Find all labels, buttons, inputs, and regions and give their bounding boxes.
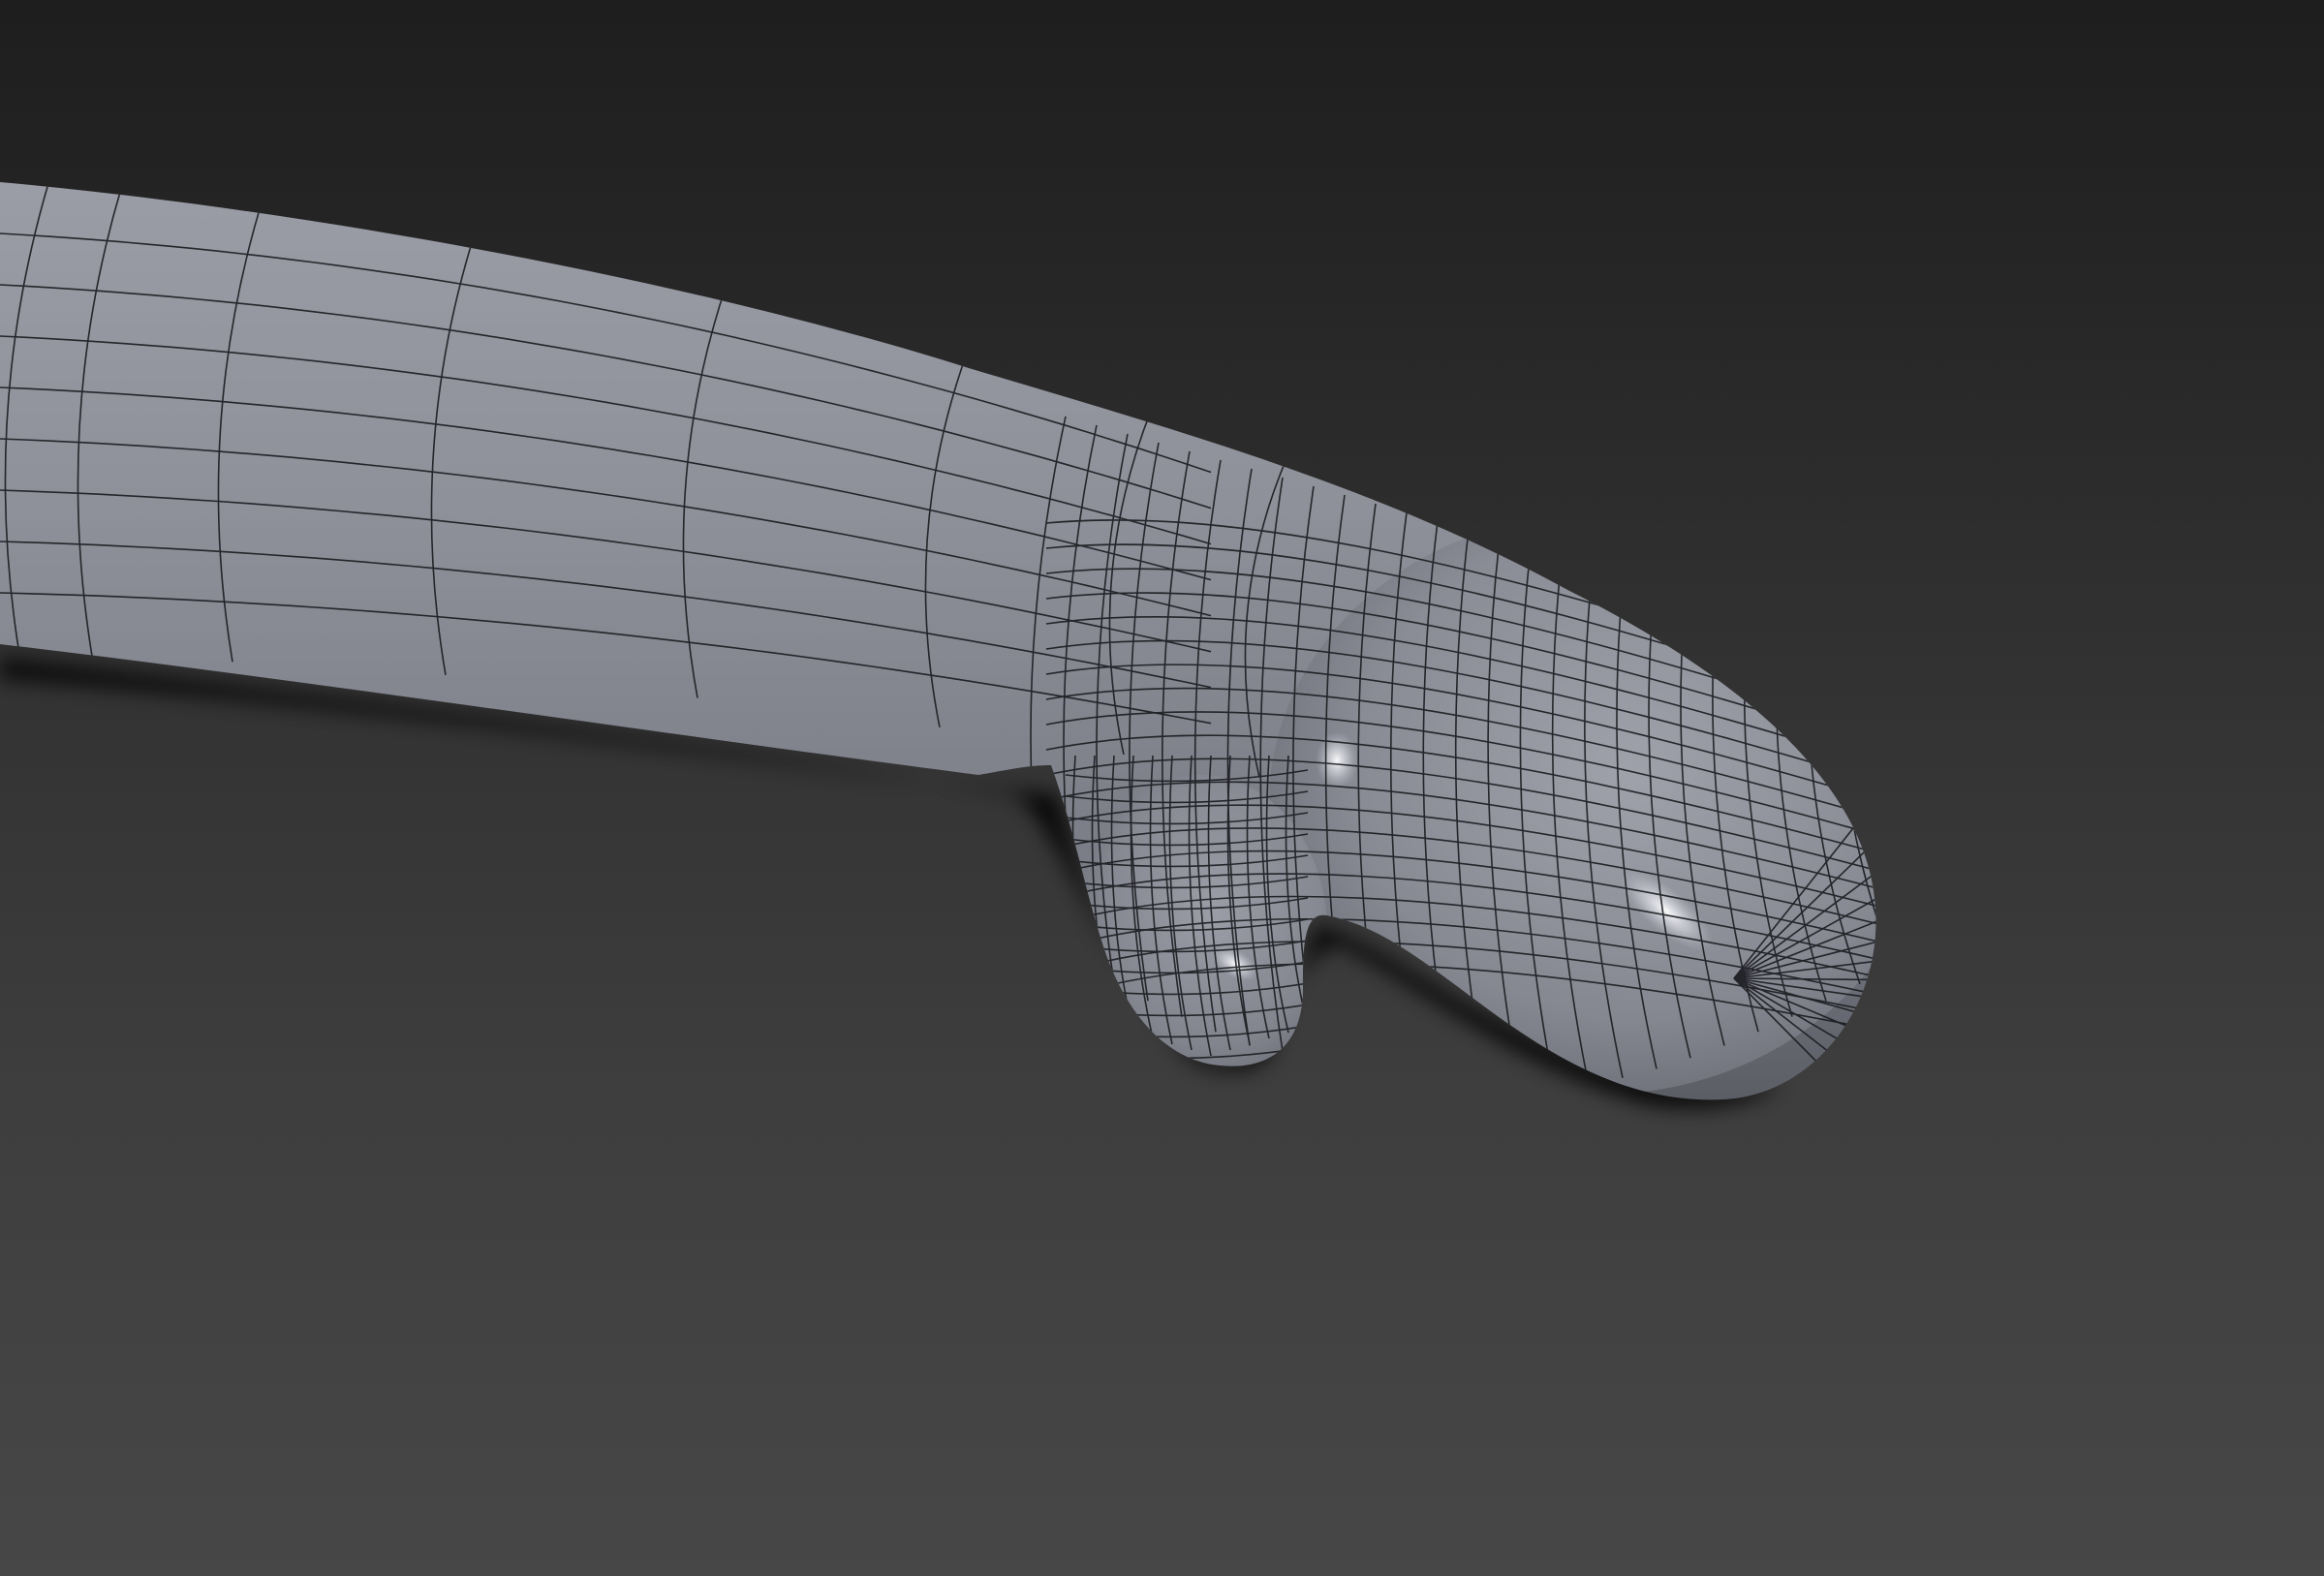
mesh-object[interactable] bbox=[0, 182, 1928, 1116]
viewport-canvas[interactable] bbox=[0, 0, 2324, 1576]
3d-viewport[interactable] bbox=[0, 0, 2324, 1576]
